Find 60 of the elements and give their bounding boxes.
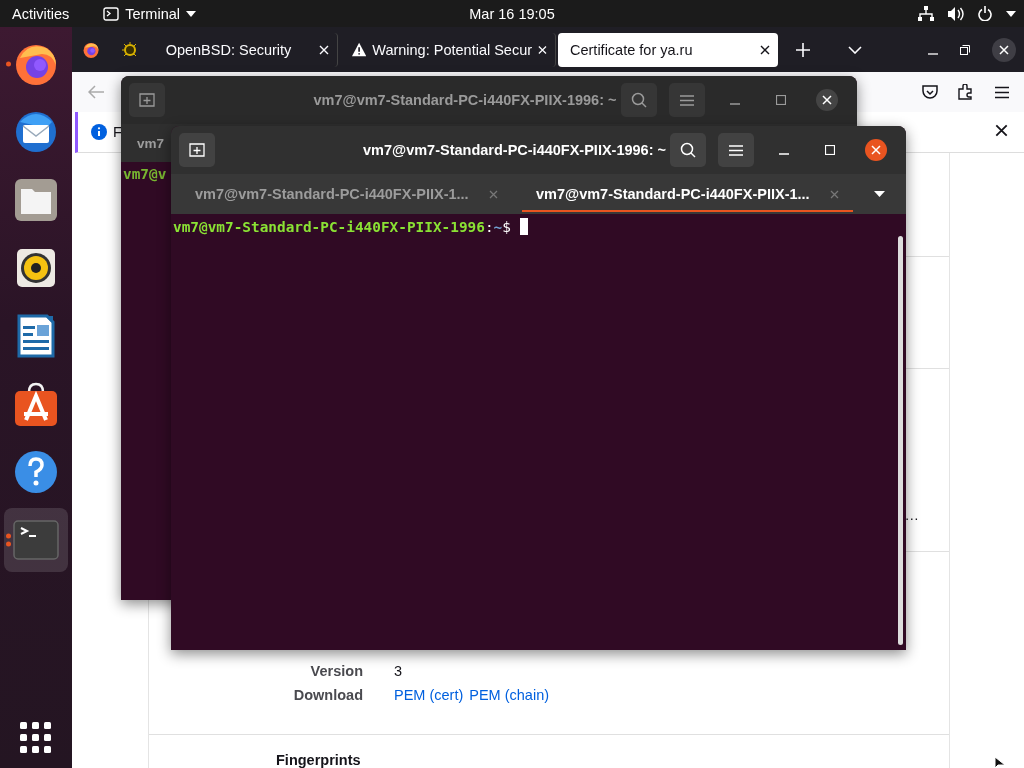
app-grid-icon[interactable] — [20, 722, 52, 754]
window-title: vm7@vm7-Standard-PC-i440FX-PIIX-1996: ~ — [362, 142, 666, 158]
field-label: Version — [309, 662, 363, 681]
menu-icon — [729, 144, 743, 156]
puzzle-icon[interactable] — [958, 84, 974, 100]
menu-icon[interactable] — [994, 85, 1010, 99]
field-value: 3 — [394, 662, 403, 681]
power-icon[interactable] — [978, 6, 992, 21]
close-icon[interactable] — [992, 37, 1016, 62]
text-cursor — [519, 218, 528, 235]
warning-icon — [352, 42, 367, 57]
close-icon[interactable] — [816, 89, 838, 111]
scrollbar[interactable] — [898, 236, 903, 645]
terminal-tab[interactable]: vm7@vm7-Standard-PC-i440FX-PIIX-1... — [512, 174, 853, 214]
browser-tab[interactable]: Certificate for ya.ru — [558, 32, 778, 67]
truncated-value: … — [904, 507, 919, 523]
new-tab-button[interactable] — [129, 83, 165, 117]
window-title: vm7@vm7-Standard-PC-i440FX-PIIX-1996: ~ — [313, 92, 617, 108]
new-tab-icon — [189, 143, 205, 157]
network-icon[interactable] — [918, 6, 934, 21]
close-icon[interactable] — [995, 124, 1008, 137]
search-button[interactable] — [621, 83, 657, 117]
pocket-icon[interactable] — [922, 84, 938, 100]
search-button[interactable] — [670, 133, 706, 167]
terminal-icon — [103, 6, 120, 21]
browser-tab[interactable]: Warning: Potential Secur — [340, 32, 556, 67]
folder-icon — [12, 176, 60, 224]
caret-icon[interactable] — [1006, 10, 1016, 17]
activities-button[interactable]: Activities — [12, 5, 70, 22]
new-tab-icon — [139, 93, 155, 107]
shopping-bag-icon — [12, 380, 60, 428]
caret-icon[interactable] — [874, 191, 885, 197]
chevron-down-icon[interactable] — [848, 45, 862, 54]
download-link[interactable]: PEM (cert) — [394, 683, 464, 707]
terminal-tab[interactable]: vm7 — [137, 135, 165, 151]
download-link[interactable]: PEM (chain) — [469, 683, 550, 707]
notification-text: F — [113, 124, 122, 140]
info-icon — [91, 124, 107, 140]
restore-icon[interactable] — [960, 44, 970, 55]
search-icon — [631, 92, 647, 108]
caret-icon — [186, 10, 196, 17]
plus-icon[interactable] — [796, 42, 810, 57]
search-icon — [680, 142, 696, 158]
browser-icon[interactable] — [82, 40, 100, 59]
menu-button[interactable] — [669, 83, 705, 117]
new-tab-button[interactable] — [179, 133, 215, 167]
volume-icon[interactable] — [948, 6, 964, 21]
terminal-tab[interactable]: vm7@vm7-Standard-PC-i440FX-PIIX-1... — [171, 174, 512, 214]
shell-prompt: vm7@v — [123, 166, 167, 182]
clock[interactable]: Mar 16 19:05 — [469, 5, 555, 22]
menu-button[interactable] — [718, 133, 754, 167]
app-menu[interactable]: Terminal — [103, 5, 196, 22]
browser-tab[interactable]: OpenBSD: Security — [110, 32, 338, 67]
shell-prompt: vm7@vm7-Standard-PC-i440FX-PIIX-1996:~$ — [173, 219, 512, 235]
field-label: Download — [292, 686, 363, 705]
close-icon[interactable] — [865, 139, 887, 161]
help-icon — [12, 448, 60, 496]
close-icon[interactable] — [760, 44, 770, 55]
menu-icon — [680, 94, 694, 106]
section-heading: Fingerprints — [276, 752, 362, 768]
